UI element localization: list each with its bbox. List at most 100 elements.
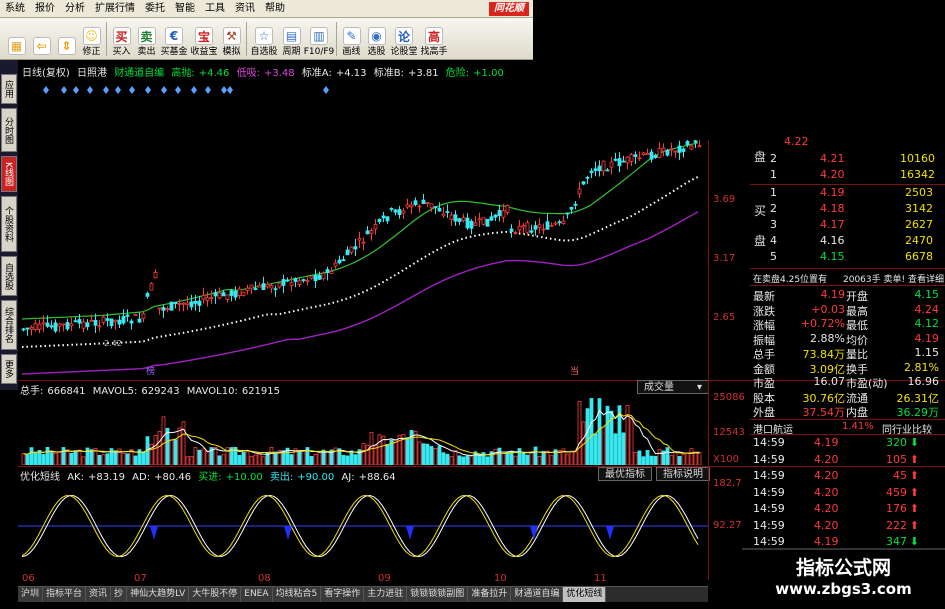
indicator-tab[interactable]: 神仙大趋势LV	[127, 587, 190, 602]
brand-logo: 同花顺	[489, 2, 529, 16]
volume-bar	[421, 443, 426, 465]
candle-body	[325, 269, 330, 273]
candle-body	[369, 230, 374, 234]
volume-bar	[457, 455, 462, 465]
bid-row[interactable]: 2 4.18 3142	[750, 202, 945, 218]
side-tab-4[interactable]: 自选股	[1, 256, 17, 296]
volume-bar	[61, 447, 66, 465]
toolbar-button-period[interactable]: ▤ 周期	[279, 19, 304, 59]
menu-extended[interactable]: 扩展行情	[90, 0, 140, 18]
candle-body	[617, 158, 622, 167]
candle-body	[457, 218, 462, 222]
menu-help[interactable]: 帮助	[260, 0, 290, 18]
side-tab-5[interactable]: 综合排名	[1, 300, 17, 350]
menu-quote[interactable]: 报价	[30, 0, 60, 18]
bid-row[interactable]: 1 4.19 2503	[750, 186, 945, 202]
candle-body	[41, 322, 46, 325]
alert-detail-link[interactable]: 查看详细	[908, 272, 944, 285]
tick-price: 4.20	[814, 518, 839, 532]
candle-body	[673, 150, 678, 153]
watermark-title: 指标公式网	[795, 557, 891, 579]
toolbar-button-f10[interactable]: ▥ F10/F9	[304, 19, 334, 59]
volume-bar	[97, 454, 102, 465]
bid-row[interactable]: 5 4.15 6678	[750, 250, 945, 266]
toolbar-button-buy[interactable]: 买买入	[109, 19, 134, 59]
indicator-tab[interactable]: 主力进驻	[364, 587, 408, 602]
order-book: 4.22 盘 2 4.21 10160 1 4.20 16342 买 盘 1 4…	[750, 135, 945, 270]
candle-body	[229, 290, 234, 296]
menu-smart[interactable]: 智能	[170, 0, 200, 18]
volume-bar	[253, 454, 258, 465]
menu-news[interactable]: 资讯	[230, 0, 260, 18]
candle-body	[689, 145, 694, 150]
side-tab-0[interactable]: 应用	[1, 74, 17, 104]
signal-diamond	[205, 86, 211, 94]
toolbar-button-up-down-arrows[interactable]: ⇕	[54, 19, 79, 59]
candle-body	[241, 291, 246, 296]
indicator-tab[interactable]: 大牛股不停	[189, 587, 242, 602]
candle-body	[341, 259, 346, 262]
sell-icon: 卖	[137, 27, 156, 45]
toolbar-button-pen[interactable]: ✎ 画线	[339, 19, 364, 59]
candle-body	[581, 181, 586, 185]
indicator-tab[interactable]: 看字操作	[321, 587, 365, 602]
indicator-tab[interactable]: 财通道自编	[511, 587, 564, 602]
candle-body	[53, 322, 58, 332]
indicator-tab[interactable]: 沪圳	[18, 587, 44, 602]
candle-body	[73, 320, 78, 323]
industry-compare-button[interactable]: 同行业比较	[882, 421, 932, 436]
indicator-tab[interactable]: 准备拉升	[468, 587, 512, 602]
menu-analysis[interactable]: 分析	[60, 0, 90, 18]
volume-bar	[545, 450, 550, 465]
price-axis: 3.69 3.17 2.65 25086 12543 X100 182.7 92…	[708, 140, 750, 580]
indicator-tab[interactable]: 指标平台	[43, 587, 87, 602]
toolbar-button-hammer[interactable]: ⚒ 模拟	[219, 19, 244, 59]
toolbar-separator	[246, 22, 247, 56]
indicator-chart[interactable]	[18, 478, 708, 570]
ask-row[interactable]: 2 4.21 10160	[750, 152, 945, 168]
toolbar-button-watchlist[interactable]: ☆ 自选股	[249, 19, 279, 59]
toolbar-button-fund[interactable]: € 买基金	[159, 19, 189, 59]
side-tab-6[interactable]: 更多	[1, 354, 17, 384]
volume-bar	[397, 434, 402, 465]
toolbar-button-discuss[interactable]: 论论股堂	[389, 19, 419, 59]
candle-body	[357, 238, 362, 241]
toolbar-button-sell[interactable]: 卖卖出	[134, 19, 159, 59]
volume-bar	[237, 454, 242, 465]
toolbar-button-treasure[interactable]: 宝收益宝	[189, 19, 219, 59]
volume-bar	[353, 454, 358, 465]
volume-chart[interactable]	[18, 390, 708, 465]
bid-row[interactable]: 3 4.17 2627	[750, 218, 945, 234]
volume-bar	[597, 398, 602, 465]
ask-row[interactable]: 1 4.20 16342	[750, 168, 945, 184]
side-tab-2[interactable]: K线图	[1, 156, 17, 192]
toolbar-button-stock-pick[interactable]: ◉ 选股	[364, 19, 389, 59]
indicator-tab[interactable]: 资讯	[86, 587, 112, 602]
menu-trade[interactable]: 委托	[140, 0, 170, 18]
indicator-tab[interactable]: ENEA	[241, 587, 273, 602]
volume-bar	[585, 408, 590, 465]
toolbar-button-layout[interactable]: ▦	[4, 19, 29, 59]
indicator-tab[interactable]: 锁锁锁锁副图	[407, 587, 469, 602]
indicator-tab[interactable]: 优化短线	[563, 587, 607, 602]
candle-body	[453, 214, 458, 222]
menu-tools[interactable]: 工具	[200, 0, 230, 18]
bid-row[interactable]: 4 4.16 2470	[750, 234, 945, 250]
indicator-tab[interactable]: 均线粘合5	[272, 587, 322, 602]
kline-chart[interactable]: 榜 当 2.42	[18, 74, 708, 379]
volume-bar	[197, 449, 202, 465]
menu-system[interactable]: 系统	[0, 0, 30, 18]
candle-body	[529, 230, 534, 233]
toolbar-button-smiley[interactable]: ☺ 修正	[79, 19, 104, 59]
date-axis-label: 08	[258, 573, 271, 584]
bid-price: 4.17	[820, 218, 845, 231]
signal-diamond	[115, 86, 121, 94]
side-tab-1[interactable]: 分时图	[1, 108, 17, 152]
toolbar-button-expert[interactable]: 高找高手	[419, 19, 449, 59]
toolbar-button-label: 修正	[82, 47, 101, 57]
side-tab-3[interactable]: 个股资料	[1, 196, 17, 252]
candle-body	[61, 323, 66, 326]
volume-bar	[249, 456, 254, 465]
indicator-tab[interactable]: 抄	[111, 587, 128, 602]
toolbar-button-back-arrow[interactable]: ⇦	[29, 19, 54, 59]
